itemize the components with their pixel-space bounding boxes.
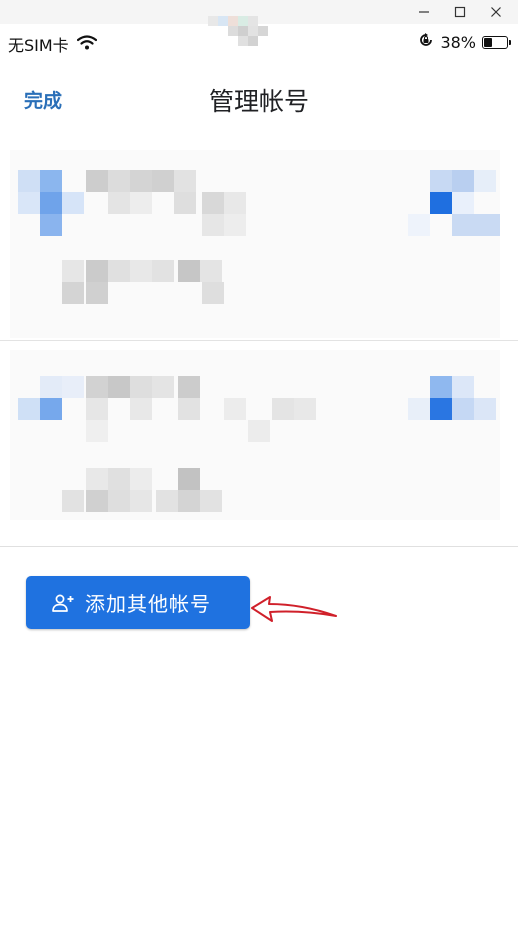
add-user-icon (51, 593, 75, 613)
add-account-button[interactable]: 添加其他帐号 (26, 576, 250, 629)
battery-level-fill (484, 37, 492, 47)
list-divider (0, 546, 518, 547)
minimize-icon (419, 11, 429, 13)
wifi-icon (76, 34, 97, 54)
battery-icon (482, 35, 511, 49)
page-title: 管理帐号 (208, 87, 309, 116)
redacted-account-item[interactable] (0, 150, 518, 340)
window-controls (406, 0, 514, 24)
page-header: 完成 管理帐号 (0, 60, 518, 140)
rotation-lock-icon (418, 32, 434, 52)
redacted-account-item[interactable] (0, 350, 518, 540)
window-titlebar (0, 0, 518, 46)
account-divider (0, 340, 518, 341)
minimize-button[interactable] (406, 0, 442, 24)
add-account-label: 添加其他帐号 (85, 592, 211, 616)
close-icon (491, 7, 501, 17)
annotation-arrow-icon (251, 596, 337, 622)
maximize-icon (454, 6, 466, 18)
battery-percent: 38% (440, 32, 476, 52)
carrier-info: 无SIM卡 (8, 32, 97, 56)
close-button[interactable] (478, 0, 514, 24)
maximize-button[interactable] (442, 0, 478, 24)
carrier-label: 无SIM卡 (8, 36, 69, 55)
status-right: 38% (418, 32, 511, 52)
account-list (0, 150, 518, 546)
status-bar: 无SIM卡 38% (0, 24, 518, 60)
